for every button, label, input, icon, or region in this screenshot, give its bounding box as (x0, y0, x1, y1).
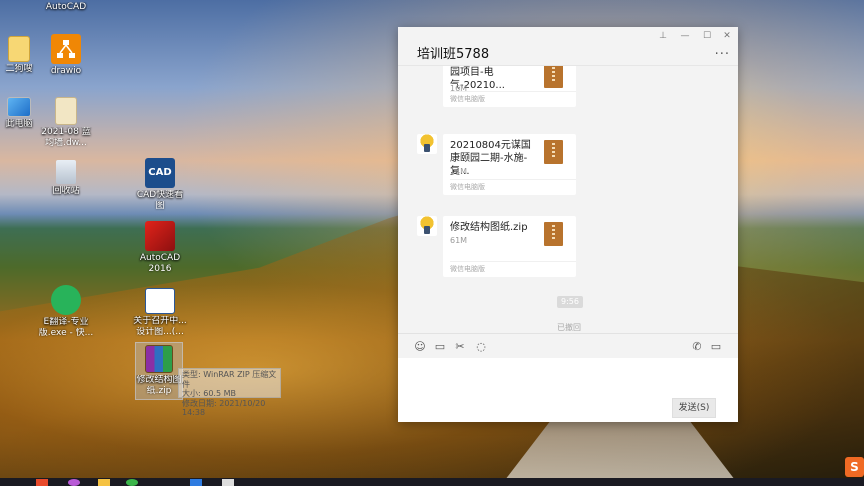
desktop-icon-zip-file[interactable]: 修改结构图 纸.zip (135, 342, 183, 400)
scissors-icon[interactable]: ✂ (453, 340, 467, 353)
chat-bubble-icon[interactable]: ◌ (474, 340, 488, 353)
chat-header: ⊥ — ☐ ✕ 培训班5788 ··· (398, 27, 738, 65)
zip-file-icon (544, 66, 563, 88)
zip-file-icon (544, 222, 563, 246)
pin-icon[interactable]: ⊥ (656, 30, 670, 42)
maximize-icon[interactable]: ☐ (700, 30, 714, 42)
file-source: 微信电脑版 (450, 261, 576, 277)
taskbar-app-icon[interactable] (36, 479, 48, 486)
desktop-icon-cad-tool[interactable]: CAD CAD快速看 图 (129, 158, 191, 212)
folder-icon (8, 36, 30, 62)
video-call-icon[interactable]: ▭ (709, 340, 723, 353)
message-input[interactable]: 发送(S) (398, 358, 738, 422)
file-size: 14M (450, 167, 468, 176)
chat-toolbar: ☺ ▭ ✂ ◌ ✆ ▭ (398, 333, 738, 358)
icon-label-line2: 2016 (148, 264, 172, 274)
desktop-icon-autocad-top[interactable]: AutoCAD (35, 0, 97, 13)
send-button[interactable]: 发送(S) (672, 398, 716, 418)
taskbar-folder-icon[interactable] (98, 479, 110, 486)
taskbar-app-icon[interactable] (222, 479, 234, 486)
desktop-icon-efanyi[interactable]: E翻译-专业 版.exe - 快... (35, 285, 97, 339)
avatar (417, 65, 437, 66)
icon-label: E翻译-专业 (43, 317, 89, 327)
icon-label-line2: 图 (155, 201, 165, 211)
message-timestamp: 9:56 (557, 296, 583, 308)
icon-label-line2: 设计图...(... (136, 327, 184, 337)
minimize-icon[interactable]: — (678, 30, 692, 42)
icon-label: 关于召开中... (133, 316, 187, 326)
ime-indicator[interactable]: S (845, 457, 864, 477)
desktop-icon-autocad2016[interactable]: AutoCAD 2016 (129, 221, 191, 275)
drawio-icon (51, 34, 81, 64)
desktop-icon-notice-doc[interactable]: 关于召开中... 设计图...(... (129, 288, 191, 338)
word-document-icon (145, 288, 175, 314)
icon-label: 修改结构图 (136, 375, 182, 385)
avatar (417, 134, 437, 154)
icon-label: 回收站 (52, 186, 80, 196)
desktop-icon-recycle-bin[interactable]: 回收站 (35, 160, 97, 197)
file-card[interactable]: 修改结构图纸.zip 61M 微信电脑版 (443, 216, 576, 277)
avatar (417, 216, 437, 236)
file-source: 微信电脑版 (450, 179, 576, 195)
file-tooltip: 类型: WinRAR ZIP 压缩文件 大小: 60.5 MB 修改日期: 20… (178, 368, 281, 417)
more-icon[interactable]: ··· (715, 47, 730, 62)
message-list[interactable]: 园项目-电气-20210... 16M 微信电脑版 20210804元谋国康颐园… (398, 65, 738, 334)
icon-label-line2: 纸.zip (146, 386, 172, 396)
icon-label: AutoCAD (45, 2, 87, 12)
tooltip-type: 类型: WinRAR ZIP 压缩文件 (182, 370, 277, 389)
desktop-icon-drawio[interactable]: drawio (35, 34, 97, 77)
recycle-bin-icon (56, 160, 76, 184)
computer-icon (7, 97, 31, 117)
close-icon[interactable]: ✕ (720, 30, 734, 42)
recall-notice: 已撤回 (557, 323, 581, 332)
winrar-archive-icon (145, 345, 173, 373)
file-source: 微信电脑版 (450, 91, 576, 107)
icon-label: AutoCAD (139, 253, 181, 263)
taskbar-app-icon[interactable] (68, 479, 80, 486)
tooltip-size: 大小: 60.5 MB (182, 389, 236, 398)
file-size: 61M (450, 236, 468, 245)
icon-label: CAD快速看 (136, 190, 184, 200)
taskbar-wechat-icon[interactable] (126, 479, 138, 486)
efanyi-icon (51, 285, 81, 315)
autocad-icon (145, 221, 175, 251)
emoji-icon[interactable]: ☺ (413, 340, 427, 353)
file-card[interactable]: 20210804元谋国康颐园二期-水施-复... 14M 微信电脑版 (443, 134, 576, 195)
taskbar (0, 478, 864, 486)
tooltip-date: 修改日期: 2021/10/20 14:38 (182, 398, 266, 418)
zip-file-icon (544, 140, 563, 164)
taskbar-app-icon[interactable] (190, 479, 202, 486)
desktop-icon-dwg-file[interactable]: 2021-08 蓝 均墙.dw... (35, 97, 97, 149)
cad-viewer-icon: CAD (145, 158, 175, 188)
document-icon (55, 97, 77, 125)
icon-label: 2021-08 蓝 (41, 127, 91, 137)
icon-label-line2: 版.exe - 快... (38, 328, 94, 338)
file-name: 修改结构图纸.zip (450, 222, 528, 233)
file-card[interactable]: 园项目-电气-20210... 16M 微信电脑版 (443, 66, 576, 107)
folder-icon[interactable]: ▭ (433, 340, 447, 353)
chat-window: ⊥ — ☐ ✕ 培训班5788 ··· 园项目-电气-20210... 16M … (398, 27, 738, 422)
chat-title: 培训班5788 (417, 47, 490, 62)
phone-icon[interactable]: ✆ (690, 340, 704, 353)
icon-label-line2: 均墙.dw... (45, 138, 87, 148)
icon-label: drawio (50, 66, 82, 76)
